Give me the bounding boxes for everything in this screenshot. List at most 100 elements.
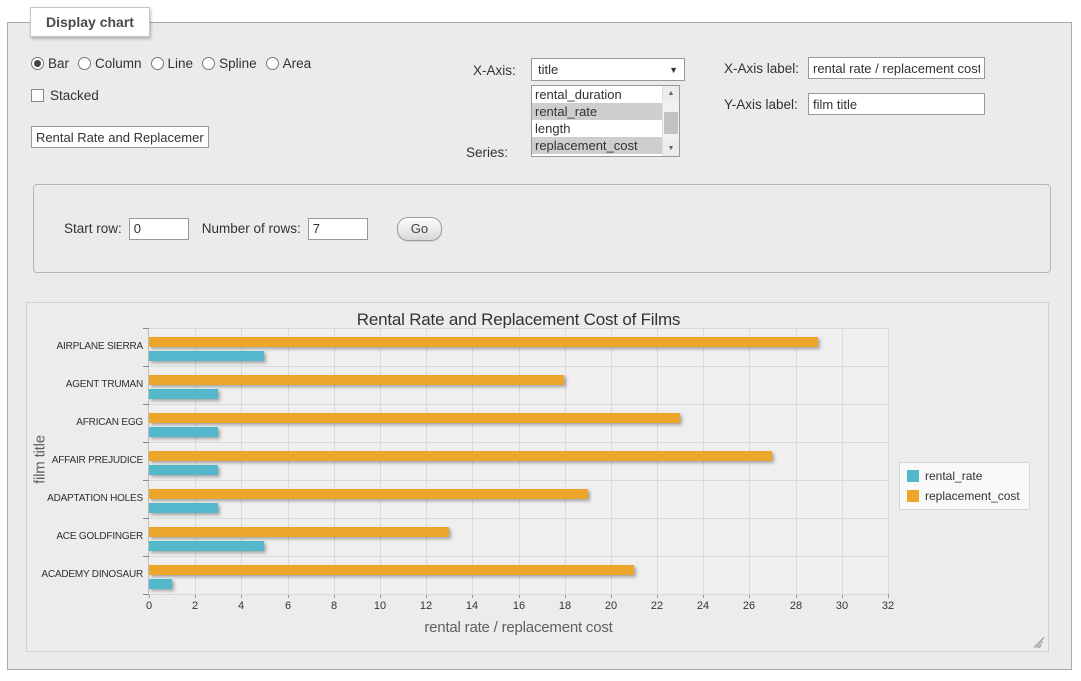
y-axis-label-label: Y-Axis label: [724,97,798,112]
gridline [149,404,888,405]
chevron-down-icon: ▼ [669,65,678,75]
legend-item-replacement_cost[interactable]: replacement_cost [907,489,1020,503]
start-row-input[interactable] [129,218,189,240]
y-axis-label-input[interactable] [808,93,985,115]
x-axis-tick-label: 28 [781,600,811,612]
gridline [149,556,888,557]
radio-icon [151,57,164,70]
chart-type-line[interactable]: Line [151,56,194,71]
category-label: AGENT TRUMAN [13,379,143,390]
chart-type-bar[interactable]: Bar [31,56,69,71]
chart-title: Rental Rate and Replacement Cost of Film… [149,310,888,330]
radio-icon [202,57,215,70]
replacement_cost-bar [149,451,772,461]
gridline [565,328,566,594]
scrollbar-thumb[interactable] [664,112,678,134]
x-axis-tick-label: 18 [550,600,580,612]
chart-container: Rental Rate and Replacement Cost of Film… [26,302,1049,652]
series-scrollbar[interactable]: ▲ ▼ [662,86,679,156]
gridline [749,328,750,594]
gridline [334,328,335,594]
legend-label: rental_rate [925,469,982,483]
rental_rate-bar [149,465,218,475]
x-axis-tick-label: 32 [873,600,903,612]
stacked-checkbox[interactable] [31,89,44,102]
series-multiselect[interactable]: rental_durationrental_ratelengthreplacem… [531,85,680,157]
gridline [888,328,889,594]
x-axis-tick-label: 12 [411,600,441,612]
chart-type-spline[interactable]: Spline [202,56,257,71]
radio-icon [31,57,44,70]
y-axis-tick [143,366,149,367]
y-axis-tick [143,442,149,443]
gridline [288,328,289,594]
x-axis-label-label: X-Axis label: [724,61,799,76]
gridline [657,328,658,594]
go-button[interactable]: Go [397,217,442,241]
legend-item-rental_rate[interactable]: rental_rate [907,469,1020,483]
scroll-up-icon[interactable]: ▲ [663,86,679,101]
legend-swatch-icon [907,470,919,482]
rental_rate-bar [149,389,218,399]
legend-label: replacement_cost [925,489,1020,503]
category-label: AIRPLANE SIERRA [13,341,143,352]
chart-legend: rental_rate replacement_cost [899,462,1030,510]
replacement_cost-bar [149,565,634,575]
stacked-checkbox-row[interactable]: Stacked [31,88,99,103]
gridline [426,328,427,594]
replacement_cost-bar [149,375,564,385]
scroll-down-icon[interactable]: ▼ [663,141,679,156]
radio-icon [266,57,279,70]
gridline [149,518,888,519]
gridline [149,366,888,367]
rows-panel: Start row: Number of rows: Go [33,184,1051,273]
chart-plot-area: AIRPLANE SIERRAAGENT TRUMANAFRICAN EGGAF… [149,328,888,594]
radio-icon [78,57,91,70]
rental_rate-bar [149,351,264,361]
num-rows-label: Number of rows: [202,221,301,236]
radio-label: Spline [219,56,257,71]
gridline [149,594,888,595]
radio-label: Bar [48,56,69,71]
gridline [703,328,704,594]
resize-grip-icon[interactable] [1034,637,1045,648]
chart-type-radio-group: Bar Column Line Spline Area [31,56,311,71]
rental_rate-bar [149,427,218,437]
x-axis-select[interactable]: title ▼ [531,58,685,81]
x-axis-tick-label: 8 [319,600,349,612]
gridline [241,328,242,594]
series-option-rental_rate[interactable]: rental_rate [532,103,663,120]
series-option-replacement_cost[interactable]: replacement_cost [532,137,663,154]
radio-label: Area [283,56,312,71]
category-label: ACADEMY DINOSAUR [13,569,143,580]
y-axis-tick [143,556,149,557]
gridline [472,328,473,594]
x-axis-tick-label: 10 [365,600,395,612]
y-axis-title: film title [32,405,49,515]
stacked-label: Stacked [50,88,99,103]
replacement_cost-bar [149,413,680,423]
chart-type-area[interactable]: Area [266,56,312,71]
gridline [149,328,888,329]
x-axis-tick-label: 26 [734,600,764,612]
gridline [149,442,888,443]
replacement_cost-bar [149,527,449,537]
num-rows-input[interactable] [308,218,368,240]
rental_rate-bar [149,579,172,589]
x-axis-tick-label: 6 [273,600,303,612]
replacement_cost-bar [149,337,818,347]
x-axis-tick-label: 2 [180,600,210,612]
x-axis-tick-label: 22 [642,600,672,612]
x-axis-tick-label: 4 [226,600,256,612]
series-option-rental_duration[interactable]: rental_duration [532,86,663,103]
chart-type-column[interactable]: Column [78,56,142,71]
y-axis-tick [143,404,149,405]
y-axis-tick [143,518,149,519]
start-row-label: Start row: [64,221,122,236]
x-axis-tick-label: 20 [596,600,626,612]
chart-title-input[interactable] [31,126,209,148]
gridline [519,328,520,594]
x-axis-label-input[interactable] [808,57,985,79]
gridline [195,328,196,594]
series-option-length[interactable]: length [532,120,663,137]
